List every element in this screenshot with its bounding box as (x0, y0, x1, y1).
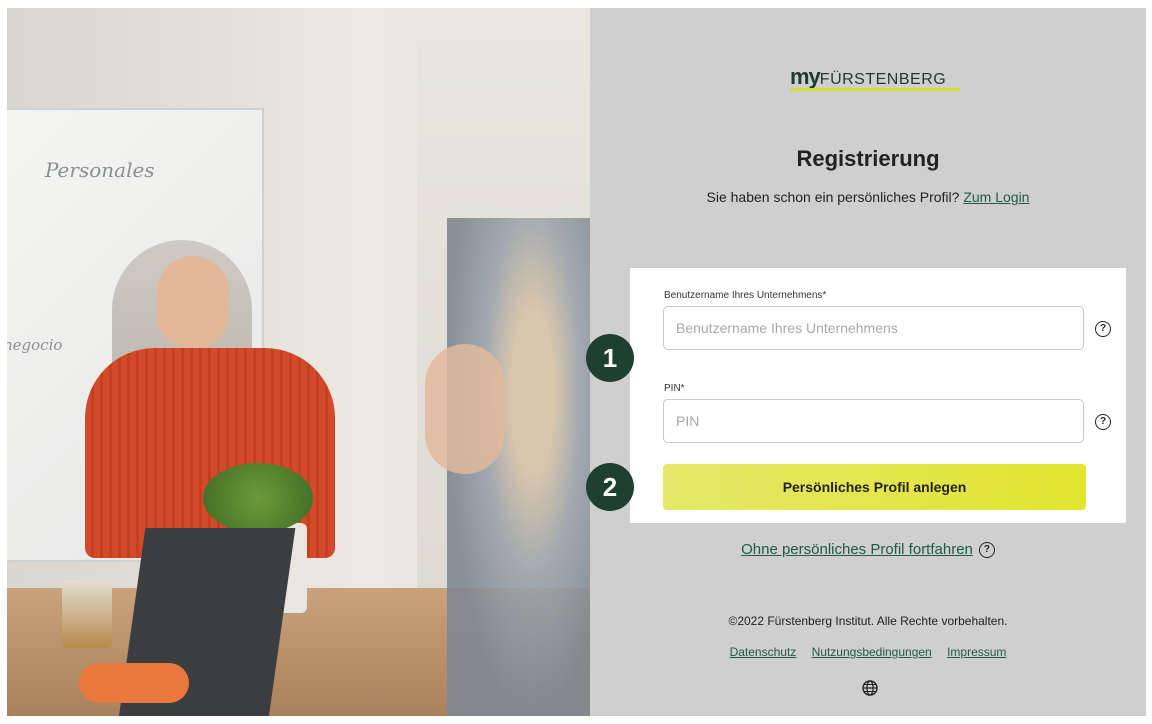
logo-my: my (790, 64, 821, 89)
pin-label: PIN* (664, 383, 685, 394)
photo-hand (425, 344, 505, 474)
step-badge-2: 2 (586, 463, 634, 511)
whiteboard-text: negocio (7, 336, 63, 354)
photo-cup (62, 580, 112, 648)
imprint-link[interactable]: Impressum (947, 645, 1006, 659)
logo-underline (790, 88, 960, 91)
hero-photo: Personales negocio (7, 8, 590, 716)
registration-panel: myFÜRSTENBERG Registrierung Sie haben sc… (586, 8, 1146, 716)
login-prompt: Sie haben schon ein persönliches Profil?… (590, 189, 1146, 205)
pin-input[interactable] (663, 399, 1084, 443)
globe-icon[interactable] (862, 680, 878, 696)
footer-links: Datenschutz Nutzungsbedingungen Impressu… (590, 645, 1146, 659)
privacy-link[interactable]: Datenschutz (730, 645, 797, 659)
create-profile-button[interactable]: Persönliches Profil anlegen (663, 464, 1086, 510)
guest-continue: Ohne persönliches Profil fortfahren? (590, 541, 1146, 559)
login-prompt-text: Sie haben schon ein persönliches Profil? (706, 189, 964, 205)
login-link[interactable]: Zum Login (963, 189, 1029, 205)
logo-name: FÜRSTENBERG (819, 71, 947, 88)
copyright-text: ©2022 Fürstenberg Institut. Alle Rechte … (728, 614, 1008, 628)
company-username-input[interactable] (663, 306, 1084, 350)
photo-plant (203, 463, 313, 533)
terms-link[interactable]: Nutzungsbedingungen (812, 645, 932, 659)
whiteboard-text: Personales (45, 158, 155, 182)
registration-form: Benutzername Ihres Unternehmens* ? PIN* … (630, 268, 1126, 523)
photo-object (79, 663, 189, 703)
pin-help-icon[interactable]: ? (1095, 414, 1111, 430)
continue-without-profile-link[interactable]: Ohne persönliches Profil fortfahren (741, 541, 973, 558)
guest-help-icon[interactable]: ? (978, 542, 995, 559)
step-badge-1: 1 (586, 334, 634, 382)
photo-person-face (157, 256, 229, 348)
company-username-label: Benutzername Ihres Unternehmens* (664, 290, 827, 301)
brand-logo[interactable]: myFÜRSTENBERG (790, 64, 970, 91)
page-title: Registrierung (796, 146, 940, 171)
company-help-icon[interactable]: ? (1095, 321, 1111, 337)
